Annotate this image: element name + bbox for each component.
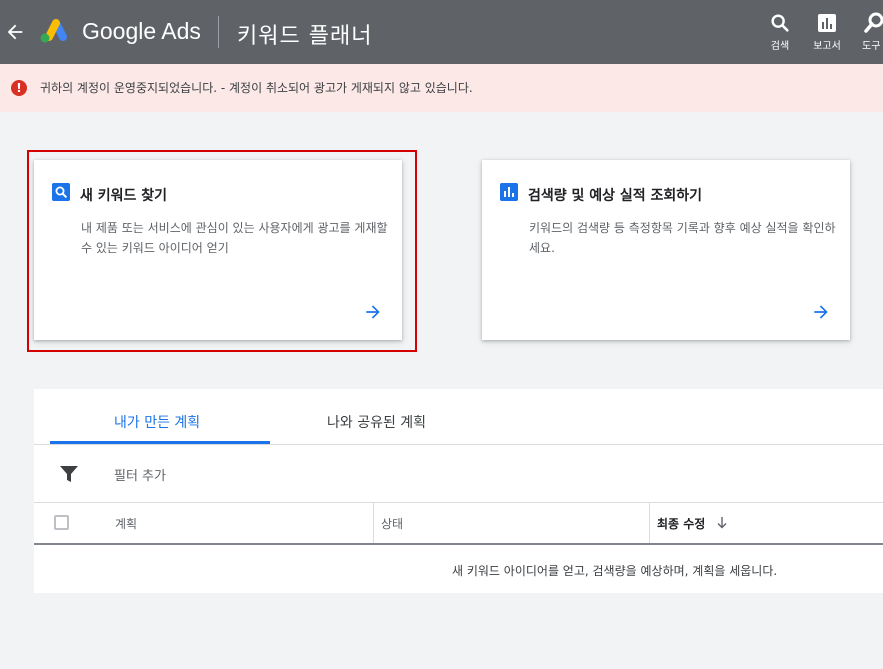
sort-arrow-down-icon[interactable]	[716, 516, 728, 529]
header-divider	[218, 16, 219, 48]
table-header-border	[34, 543, 883, 545]
search-button[interactable]: 검색	[766, 12, 794, 52]
alert-message: 귀하의 계정이 운영중지되었습니다. - 계정이 취소되어 광고가 게재되지 않…	[40, 81, 473, 95]
search-button-label: 검색	[770, 41, 790, 52]
brand-name: Google Ads	[82, 18, 201, 44]
search-volume-forecast-title: 검색량 및 예상 실적 조회하기	[528, 188, 703, 204]
column-header-last-modified[interactable]: 최종 수정	[657, 515, 705, 532]
reports-button-label: 보고서	[813, 41, 841, 52]
error-icon: !	[11, 80, 27, 96]
bar-chart-icon	[500, 183, 518, 201]
arrow-forward-icon[interactable]	[811, 302, 831, 322]
tab-shared-plans[interactable]: 나와 공유된 계획	[327, 412, 426, 432]
column-separator	[649, 503, 650, 544]
wrench-icon	[864, 12, 883, 33]
tools-button[interactable]: 도구	[862, 12, 883, 52]
column-header-plan[interactable]: 계획	[115, 515, 137, 532]
tabs-divider	[34, 444, 883, 445]
column-header-status[interactable]: 상태	[381, 515, 403, 532]
select-all-checkbox[interactable]	[54, 515, 69, 530]
page-title: 키워드 플래너	[237, 24, 373, 49]
filter-icon[interactable]	[60, 466, 78, 482]
highlight-box	[27, 150, 417, 352]
tools-button-label: 도구	[862, 41, 881, 52]
search-volume-forecast-description: 키워드의 검색량 등 측정항목 기록과 향후 예상 실적을 확인하세요.	[529, 221, 836, 255]
add-filter-button[interactable]: 필터 추가	[114, 465, 166, 484]
google-ads-logo-icon	[40, 19, 67, 43]
bar-chart-icon	[818, 14, 836, 32]
tab-my-plans[interactable]: 내가 만든 계획	[114, 412, 200, 432]
search-icon	[771, 14, 789, 32]
reports-button[interactable]: 보고서	[810, 12, 844, 52]
back-arrow-icon[interactable]	[4, 20, 26, 44]
column-separator	[373, 503, 374, 544]
empty-table-message: 새 키워드 아이디어를 얻고, 검색량을 예상하며, 계획을 세웁니다.	[452, 564, 778, 578]
filter-divider	[34, 502, 883, 503]
top-app-bar: Google Ads 키워드 플래너 검색 보고서 도구	[0, 0, 883, 64]
